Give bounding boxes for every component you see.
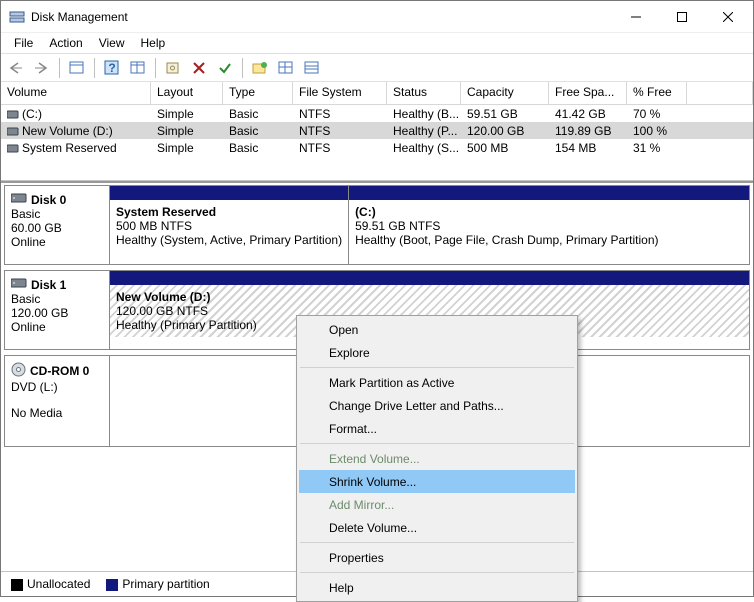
legend-swatch-unallocated bbox=[11, 579, 23, 591]
col-filesystem[interactable]: File System bbox=[293, 82, 387, 105]
context-menu: Open Explore Mark Partition as Active Ch… bbox=[296, 315, 578, 602]
disk-icon bbox=[11, 192, 27, 207]
forward-button[interactable] bbox=[31, 57, 53, 79]
close-button[interactable] bbox=[705, 2, 751, 32]
toolbar-layout-icon[interactable] bbox=[127, 57, 149, 79]
col-type[interactable]: Type bbox=[223, 82, 293, 105]
ctx-delete-volume[interactable]: Delete Volume... bbox=[299, 516, 575, 539]
new-partition-icon[interactable] bbox=[249, 57, 271, 79]
help-icon[interactable]: ? bbox=[101, 57, 123, 79]
menubar: File Action View Help bbox=[1, 32, 753, 53]
ctx-properties[interactable]: Properties bbox=[299, 546, 575, 569]
col-freespace[interactable]: Free Spa... bbox=[549, 82, 627, 105]
toolbar-list-icon[interactable] bbox=[301, 57, 323, 79]
cdrom-info: CD-ROM 0 DVD (L:) No Media bbox=[5, 356, 110, 446]
titlebar: Disk Management bbox=[1, 1, 753, 32]
volume-table: Volume Layout Type File System Status Ca… bbox=[1, 82, 753, 181]
drive-icon bbox=[7, 126, 19, 136]
settings-icon[interactable] bbox=[162, 57, 184, 79]
disk-1-info: Disk 1 Basic 120.00 GB Online bbox=[5, 271, 110, 349]
menu-help[interactable]: Help bbox=[133, 33, 174, 53]
maximize-button[interactable] bbox=[659, 2, 705, 32]
disk-0-info: Disk 0 Basic 60.00 GB Online bbox=[5, 186, 110, 264]
table-header: Volume Layout Type File System Status Ca… bbox=[1, 82, 753, 105]
drive-icon bbox=[7, 109, 19, 119]
svg-text:?: ? bbox=[108, 61, 115, 75]
ctx-add-mirror: Add Mirror... bbox=[299, 493, 575, 516]
legend-swatch-primary bbox=[106, 579, 118, 591]
toolbar-view-icon[interactable] bbox=[66, 57, 88, 79]
menu-view[interactable]: View bbox=[91, 33, 133, 53]
table-row[interactable]: New Volume (D:)SimpleBasicNTFSHealthy (P… bbox=[1, 122, 753, 139]
ctx-mark-active[interactable]: Mark Partition as Active bbox=[299, 371, 575, 394]
ctx-help[interactable]: Help bbox=[299, 576, 575, 599]
ctx-explore[interactable]: Explore bbox=[299, 341, 575, 364]
table-row[interactable]: (C:)SimpleBasicNTFSHealthy (B...59.51 GB… bbox=[1, 105, 753, 122]
col-pctfree[interactable]: % Free bbox=[627, 82, 687, 105]
ctx-extend-volume: Extend Volume... bbox=[299, 447, 575, 470]
ctx-open[interactable]: Open bbox=[299, 318, 575, 341]
window-title: Disk Management bbox=[31, 10, 613, 24]
minimize-button[interactable] bbox=[613, 2, 659, 32]
col-layout[interactable]: Layout bbox=[151, 82, 223, 105]
disk-0-row[interactable]: Disk 0 Basic 60.00 GB Online System Rese… bbox=[4, 185, 750, 265]
col-spacer bbox=[687, 82, 753, 105]
partition-system-reserved[interactable]: System Reserved 500 MB NTFS Healthy (Sys… bbox=[110, 186, 348, 264]
ctx-format[interactable]: Format... bbox=[299, 417, 575, 440]
table-row[interactable]: System ReservedSimpleBasicNTFSHealthy (S… bbox=[1, 139, 753, 156]
col-capacity[interactable]: Capacity bbox=[461, 82, 549, 105]
toolbar: ? bbox=[1, 53, 753, 82]
partition-c[interactable]: (C:) 59.51 GB NTFS Healthy (Boot, Page F… bbox=[348, 186, 749, 264]
disk-icon bbox=[11, 277, 27, 292]
drive-icon bbox=[7, 143, 19, 153]
menu-action[interactable]: Action bbox=[41, 33, 90, 53]
app-icon bbox=[9, 9, 25, 25]
checkmark-icon[interactable] bbox=[214, 57, 236, 79]
back-button[interactable] bbox=[5, 57, 27, 79]
disc-icon bbox=[11, 362, 26, 380]
col-status[interactable]: Status bbox=[387, 82, 461, 105]
menu-file[interactable]: File bbox=[6, 33, 41, 53]
toolbar-grid-icon[interactable] bbox=[275, 57, 297, 79]
col-volume[interactable]: Volume bbox=[1, 82, 151, 105]
delete-icon[interactable] bbox=[188, 57, 210, 79]
ctx-change-letter[interactable]: Change Drive Letter and Paths... bbox=[299, 394, 575, 417]
ctx-shrink-volume[interactable]: Shrink Volume... bbox=[299, 470, 575, 493]
